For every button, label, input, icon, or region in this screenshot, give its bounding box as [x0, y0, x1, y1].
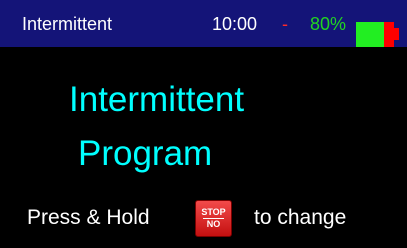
mode-label: Intermittent: [22, 14, 113, 34]
battery-fill: [356, 22, 384, 47]
battery-tip: [394, 28, 399, 40]
clock-time: 10:00: [212, 14, 258, 34]
battery-icon: [356, 22, 403, 47]
status-separator: -: [282, 14, 288, 34]
stop-key-label: STOP: [201, 207, 226, 217]
battery-empty: [384, 22, 394, 47]
program-title-line2: Program: [78, 134, 213, 173]
no-key-label: NO: [206, 219, 221, 229]
status-bar: Intermittent 10:00 - 80%: [0, 0, 407, 47]
stop-no-key-icon[interactable]: STOP NO: [195, 200, 232, 237]
battery-percent: 80%: [310, 14, 347, 34]
prompt-text-before: Press & Hold: [27, 206, 150, 229]
prompt-text-after: to change: [254, 206, 347, 229]
program-title-line1: Intermittent: [69, 80, 245, 119]
